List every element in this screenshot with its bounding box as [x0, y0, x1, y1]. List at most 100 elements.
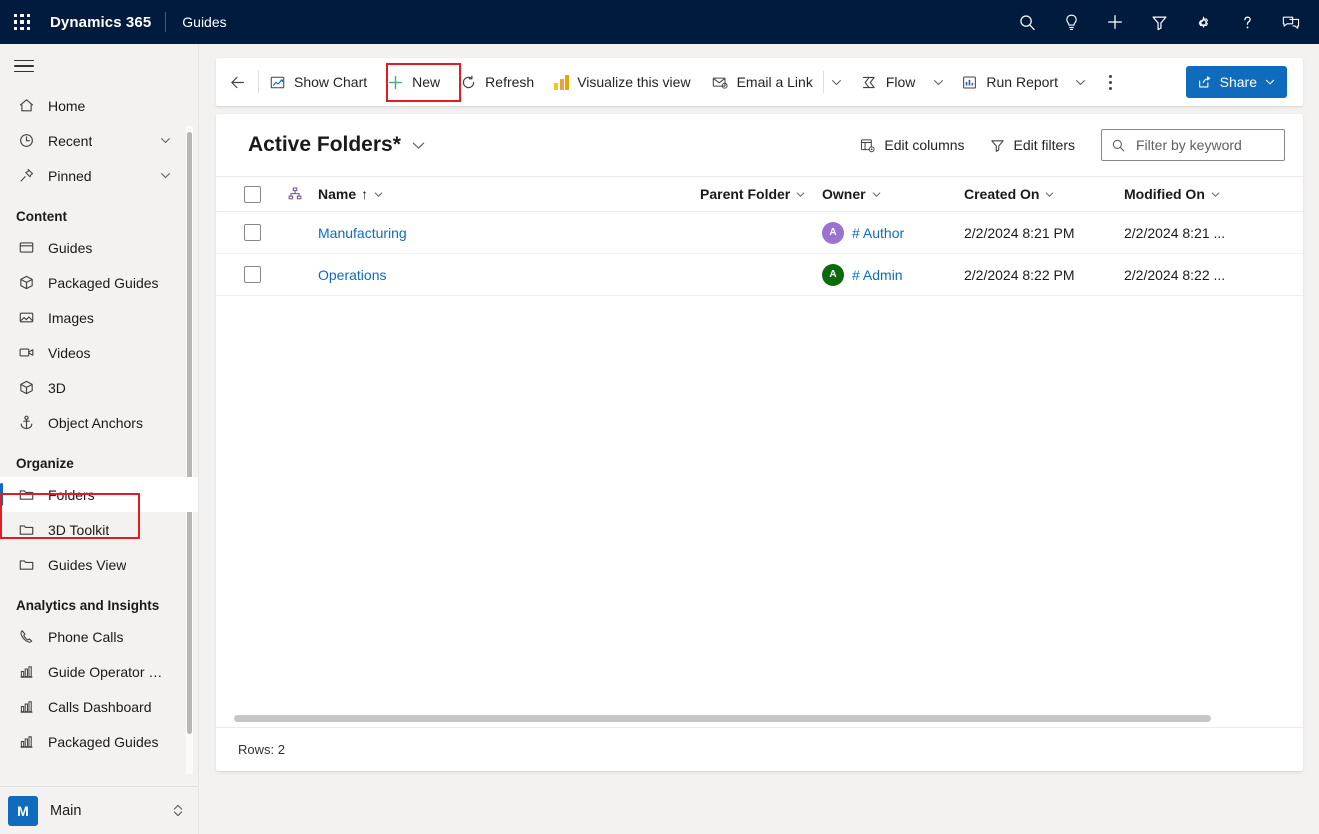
edit-columns-button[interactable]: Edit columns: [849, 130, 974, 161]
grid-column-headers: Name ↑ Parent Folder Owner Created On: [216, 176, 1303, 212]
sidebar-item-label: 3D Toolkit: [40, 522, 109, 538]
help-icon: [1238, 13, 1257, 32]
column-header-parent-folder[interactable]: Parent Folder: [700, 186, 822, 202]
search-button[interactable]: [1005, 0, 1049, 44]
area-switcher[interactable]: M Main: [0, 786, 199, 834]
filter-keyword-box[interactable]: [1101, 129, 1285, 161]
edit-columns-label: Edit columns: [884, 137, 964, 153]
owner-link[interactable]: # Admin: [852, 267, 903, 283]
command-label: Show Chart: [294, 74, 367, 90]
sidebar-toggle-button[interactable]: [0, 44, 198, 88]
help-button[interactable]: [1225, 0, 1269, 44]
flow-chevron[interactable]: [925, 58, 951, 106]
sidebar-item-packaged-guides[interactable]: Packaged Guides: [0, 265, 198, 300]
owner-value: A # Author: [822, 222, 904, 244]
chevron-down-icon: [1044, 189, 1055, 200]
record-link[interactable]: Manufacturing: [318, 225, 407, 241]
cell-modified-on: 2/2/2024 8:21 ...: [1124, 225, 1225, 241]
select-all-cell[interactable]: [230, 186, 274, 203]
chevron-down-icon: [830, 76, 843, 89]
view-selector[interactable]: Active Folders*: [248, 133, 426, 157]
sidebar-item-object-anchors[interactable]: Object Anchors: [0, 405, 198, 440]
owner-link[interactable]: # Author: [852, 225, 904, 241]
select-all-checkbox[interactable]: [244, 186, 261, 203]
chart-icon: [18, 733, 40, 750]
row-select-cell[interactable]: [230, 224, 274, 241]
quick-create-button[interactable]: [1093, 0, 1137, 44]
column-header-modified-on[interactable]: Modified On: [1124, 186, 1221, 202]
settings-button[interactable]: [1181, 0, 1225, 44]
share-button[interactable]: Share: [1186, 66, 1287, 98]
flow-button[interactable]: Flow: [850, 58, 926, 106]
chevron-down-icon: [1264, 76, 1276, 88]
run-report-button[interactable]: Run Report: [951, 58, 1068, 106]
sidebar-item-pinned[interactable]: Pinned: [0, 158, 198, 193]
row-checkbox[interactable]: [244, 266, 261, 283]
refresh-button[interactable]: Refresh: [450, 58, 544, 106]
sidebar-item-videos[interactable]: Videos: [0, 335, 198, 370]
sidebar-group-organize: Organize: [0, 440, 198, 477]
sidebar-item-guide-operator-summary[interactable]: Guide Operator S...: [0, 654, 198, 689]
sidebar-item-images[interactable]: Images: [0, 300, 198, 335]
insights-button[interactable]: [1049, 0, 1093, 44]
chevron-down-icon: [411, 138, 426, 153]
sidebar-item-guides-view[interactable]: Guides View: [0, 547, 198, 582]
cell-name[interactable]: Operations: [316, 267, 700, 283]
show-chart-button[interactable]: Show Chart: [259, 58, 377, 106]
flow-icon: [860, 74, 878, 91]
search-input[interactable]: [1134, 136, 1275, 154]
table-row[interactable]: Operations A # Admin 2/2/2024 8:22 PM 2/…: [216, 254, 1303, 296]
sidebar-item-recent[interactable]: Recent: [0, 123, 198, 158]
edit-filters-button[interactable]: Edit filters: [979, 130, 1085, 161]
record-link[interactable]: Operations: [318, 267, 386, 283]
sidebar-item-home[interactable]: Home: [0, 88, 198, 123]
powerbi-icon: [554, 75, 569, 90]
arrow-left-icon: [228, 73, 247, 92]
hierarchy-column-header[interactable]: [274, 186, 316, 202]
run-report-chevron[interactable]: [1068, 58, 1094, 106]
sidebar-item-calls-dashboard[interactable]: Calls Dashboard: [0, 689, 198, 724]
sidebar-item-label: Packaged Guides: [40, 275, 159, 291]
sidebar-item-packaged-guides-report[interactable]: Packaged Guides: [0, 724, 198, 759]
clock-icon: [18, 132, 40, 149]
row-select-cell[interactable]: [230, 266, 274, 283]
app-launcher-button[interactable]: [0, 0, 44, 44]
sidebar-item-3d-toolkit[interactable]: 3D Toolkit: [0, 512, 198, 547]
feedback-button[interactable]: [1269, 0, 1313, 44]
column-header-owner[interactable]: Owner: [822, 186, 964, 202]
brand-title[interactable]: Dynamics 365: [44, 14, 165, 31]
sidebar-item-phone-calls[interactable]: Phone Calls: [0, 619, 198, 654]
search-icon: [1111, 138, 1126, 153]
waffle-icon: [14, 14, 31, 31]
cell-created-on: 2/2/2024 8:21 PM: [964, 225, 1124, 241]
back-button[interactable]: [216, 58, 258, 106]
sidebar-item-3d[interactable]: 3D: [0, 370, 198, 405]
sidebar-item-folders[interactable]: Folders: [0, 477, 198, 512]
app-name-label[interactable]: Guides: [166, 14, 226, 30]
sidebar-item-label: Pinned: [40, 168, 92, 184]
sidebar-nav-scroll: Home Recent Pinned: [0, 88, 198, 782]
sidebar-item-label: Object Anchors: [40, 415, 143, 431]
filter-button[interactable]: [1137, 0, 1181, 44]
owner-value: A # Admin: [822, 264, 903, 286]
more-commands-button[interactable]: [1094, 58, 1128, 106]
column-header-created-on[interactable]: Created On: [964, 186, 1124, 202]
new-button[interactable]: New: [377, 58, 450, 106]
horizontal-scrollbar-thumb[interactable]: [234, 715, 1211, 722]
sidebar: Home Recent Pinned: [0, 44, 199, 834]
plus-icon: [1105, 12, 1125, 32]
hierarchy-icon: [287, 186, 303, 202]
email-a-link-chevron[interactable]: [824, 58, 850, 106]
email-a-link-button[interactable]: Email a Link: [701, 58, 823, 106]
row-checkbox[interactable]: [244, 224, 261, 241]
table-row[interactable]: Manufacturing A # Author 2/2/2024 8:21 P…: [216, 212, 1303, 254]
visualize-this-view-button[interactable]: Visualize this view: [544, 58, 700, 106]
anchor-icon: [18, 414, 40, 431]
cell-name[interactable]: Manufacturing: [316, 225, 700, 241]
column-header-name[interactable]: Name ↑: [316, 186, 700, 202]
chevron-down-icon[interactable]: [159, 134, 198, 147]
grid-header: Active Folders* Edit columns Edit filte: [216, 114, 1303, 176]
chevron-down-icon[interactable]: [159, 169, 198, 182]
horizontal-scrollbar-area: [216, 709, 1303, 727]
sidebar-item-guides[interactable]: Guides: [0, 230, 198, 265]
